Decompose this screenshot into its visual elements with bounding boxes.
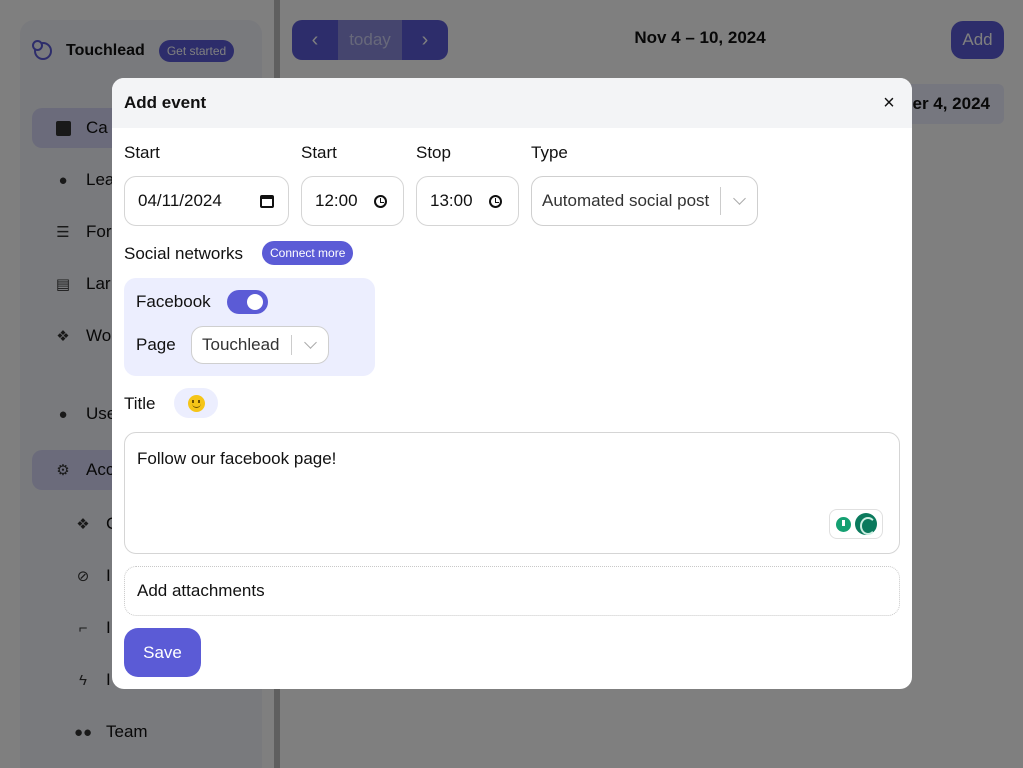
save-button[interactable]: Save (124, 628, 201, 677)
type-value: Automated social post (542, 191, 710, 210)
add-event-modal: Add event × Start Start Stop Type 04/11/… (112, 78, 912, 689)
social-networks-label: Social networks (124, 244, 244, 263)
start-time-label: Start (301, 143, 337, 162)
start-date-input[interactable]: 04/11/2024 (124, 176, 289, 226)
clock-icon[interactable] (489, 194, 502, 208)
modal-header: Add event × (112, 78, 912, 128)
grammar-assistant-widget[interactable] (829, 509, 883, 539)
facebook-card: Facebook Page Touchlead (124, 278, 375, 376)
page-value: Touchlead (202, 335, 280, 354)
page-label: Page (136, 335, 176, 354)
calendar-picker-icon[interactable] (260, 194, 274, 208)
start-date-label: Start (124, 143, 160, 162)
add-attachments-dropzone[interactable]: Add attachments (124, 566, 900, 616)
title-label: Title (124, 394, 156, 413)
stop-time-value: 13:00 (430, 191, 473, 210)
page-select[interactable]: Touchlead (191, 326, 329, 364)
grammarly-icon[interactable] (854, 513, 877, 535)
emoji-picker-button[interactable] (174, 388, 218, 418)
start-time-value: 12:00 (315, 191, 358, 210)
chevron-down-icon[interactable] (721, 192, 757, 205)
stop-time-input[interactable]: 13:00 (416, 176, 519, 226)
type-label: Type (531, 143, 568, 162)
lightbulb-icon[interactable] (835, 516, 851, 532)
modal-title: Add event (124, 93, 207, 112)
add-attachments-label: Add attachments (137, 581, 265, 600)
stop-time-label: Stop (416, 143, 451, 162)
facebook-toggle[interactable] (227, 290, 268, 314)
smiley-icon (187, 394, 205, 412)
facebook-label: Facebook (136, 292, 211, 311)
message-textarea[interactable]: Follow our facebook page! (124, 432, 900, 554)
connect-more-button[interactable]: Connect more (262, 241, 354, 265)
close-icon[interactable]: × (878, 92, 900, 114)
clock-icon[interactable] (374, 194, 387, 208)
message-text: Follow our facebook page! (137, 449, 337, 468)
type-select[interactable]: Automated social post (531, 176, 758, 226)
start-date-value: 04/11/2024 (138, 191, 222, 210)
chevron-down-icon[interactable] (292, 336, 328, 349)
start-time-input[interactable]: 12:00 (301, 176, 404, 226)
